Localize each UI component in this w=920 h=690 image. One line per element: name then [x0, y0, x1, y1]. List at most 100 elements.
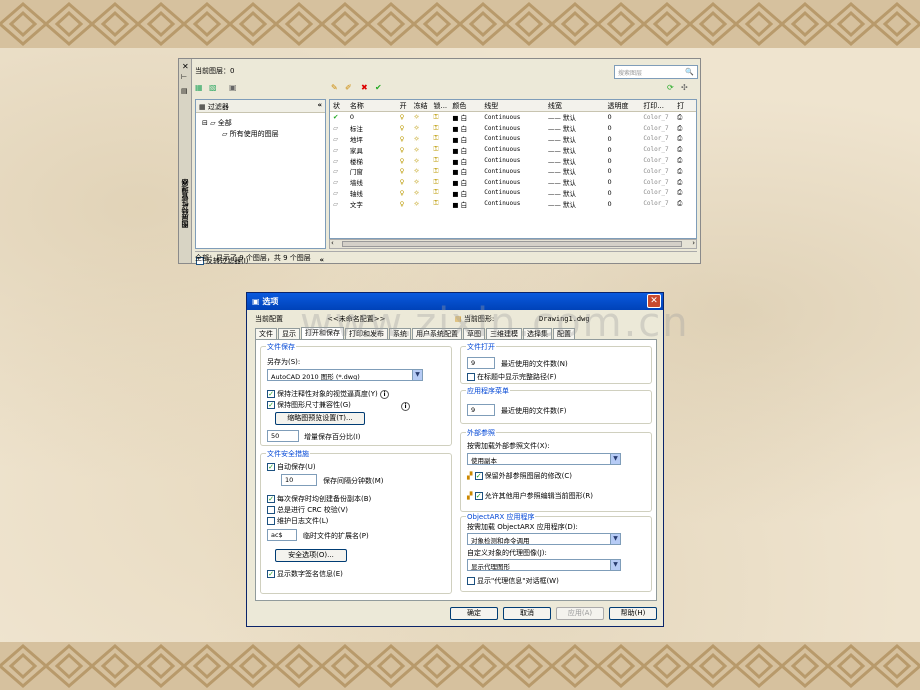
- plot-icon[interactable]: ⎙: [674, 113, 696, 122]
- xref-demand-select[interactable]: 使用副本 ▼: [467, 453, 621, 465]
- thumbnail-settings-button[interactable]: 缩略图预览设置(T)...: [275, 412, 365, 425]
- color-swatch[interactable]: ■ 白: [449, 166, 481, 176]
- linetype[interactable]: Continuous: [481, 179, 545, 186]
- full-path-checkbox[interactable]: 在标题中显示完整路径(F): [467, 372, 557, 382]
- color-swatch[interactable]: ■ 白: [449, 156, 481, 166]
- group-filter-icon[interactable]: ▧: [209, 83, 217, 92]
- plot-icon[interactable]: ⎙: [674, 134, 696, 143]
- col-freeze[interactable]: 冻结: [411, 101, 431, 111]
- layer-row[interactable]: ▱ 门窗 ♀ ☼ ⚿ ■ 白 Continuous —— 默认 0 Color_…: [330, 166, 696, 177]
- sun-icon[interactable]: ☼: [411, 157, 431, 165]
- set-current-icon[interactable]: ✔: [375, 83, 382, 92]
- sun-icon[interactable]: ☼: [411, 189, 431, 197]
- state-manager-icon[interactable]: ▣: [229, 83, 237, 92]
- tree-item-all[interactable]: ⊟ ▱ 全部: [202, 118, 232, 128]
- apply-button[interactable]: 应用(A): [556, 607, 604, 620]
- keep-size-checkbox[interactable]: ✓ 保持图形尺寸兼容性(G): [267, 400, 351, 410]
- transparency[interactable]: 0: [605, 113, 641, 121]
- unlock-icon[interactable]: ⚿: [430, 113, 449, 122]
- help-button[interactable]: 帮助(H): [609, 607, 657, 620]
- plot-icon[interactable]: ⎙: [674, 167, 696, 176]
- autosave-checkbox[interactable]: ✓ 自动保存(U): [267, 462, 316, 472]
- lineweight[interactable]: —— 默认: [545, 166, 605, 176]
- unlock-icon[interactable]: ⚿: [430, 124, 449, 133]
- bulb-icon[interactable]: ♀: [397, 124, 411, 132]
- delete-layer-icon[interactable]: ✖: [361, 83, 368, 92]
- layer-row[interactable]: ▱ 标注 ♀ ☼ ⚿ ■ 白 Continuous —— 默认 0 Color_…: [330, 123, 696, 134]
- col-plot-style[interactable]: 打印...: [640, 101, 674, 111]
- transparency[interactable]: 0: [605, 200, 641, 208]
- unlock-icon[interactable]: ⚿: [430, 134, 449, 143]
- retain-xref-checkbox[interactable]: ▞ ✓ 保留外部参照图层的修改(C): [467, 471, 572, 481]
- lineweight[interactable]: —— 默认: [545, 177, 605, 187]
- layer-name[interactable]: 0: [347, 113, 397, 121]
- col-color[interactable]: 颜色: [449, 101, 481, 111]
- bulb-icon[interactable]: ♀: [397, 135, 411, 143]
- color-swatch[interactable]: ■ 白: [449, 134, 481, 144]
- sun-icon[interactable]: ☼: [411, 167, 431, 175]
- layer-name[interactable]: 墙线: [347, 177, 397, 187]
- unlock-icon[interactable]: ⚿: [430, 167, 449, 176]
- bulb-icon[interactable]: ♀: [397, 178, 411, 186]
- unlock-icon[interactable]: ⚿: [430, 178, 449, 187]
- transparency[interactable]: 0: [605, 157, 641, 165]
- search-layer-input[interactable]: 搜索图层 🔍: [614, 65, 698, 79]
- lineweight[interactable]: —— 默认: [545, 123, 605, 133]
- layer-row[interactable]: ▱ 墙线 ♀ ☼ ⚿ ■ 白 Continuous —— 默认 0 Color_…: [330, 177, 696, 188]
- new-filter-icon[interactable]: ▦: [195, 83, 203, 92]
- linetype[interactable]: Continuous: [481, 146, 545, 153]
- plot-icon[interactable]: ⎙: [674, 188, 696, 197]
- transparency[interactable]: 0: [605, 135, 641, 143]
- lineweight[interactable]: —— 默认: [545, 134, 605, 144]
- color-swatch[interactable]: ■ 白: [449, 177, 481, 187]
- col-on[interactable]: 开: [397, 101, 411, 111]
- layer-name[interactable]: 标注: [347, 123, 397, 133]
- linetype[interactable]: Continuous: [481, 168, 545, 175]
- layer-row[interactable]: ▱ 家具 ♀ ☼ ⚿ ■ 白 Continuous —— 默认 0 Color_…: [330, 144, 696, 155]
- tab-1[interactable]: 显示: [278, 328, 300, 339]
- col-plot[interactable]: 打: [674, 101, 696, 111]
- sun-icon[interactable]: ☼: [411, 146, 431, 154]
- sun-icon[interactable]: ☼: [411, 178, 431, 186]
- bulb-icon[interactable]: ♀: [397, 146, 411, 154]
- color-swatch[interactable]: ■ 白: [449, 112, 481, 122]
- plot-icon[interactable]: ⎙: [674, 199, 696, 208]
- tab-0[interactable]: 文件: [255, 328, 277, 339]
- layer-name[interactable]: 轴线: [347, 188, 397, 198]
- layer-name[interactable]: 文字: [347, 199, 397, 209]
- layer-row[interactable]: ▱ 楼梯 ♀ ☼ ⚿ ■ 白 Continuous —— 默认 0 Color_…: [330, 155, 696, 166]
- tree-item-used[interactable]: ▱ 所有使用的图层: [222, 129, 279, 139]
- unlock-icon[interactable]: ⚿: [430, 199, 449, 208]
- linetype[interactable]: Continuous: [481, 135, 545, 142]
- color-swatch[interactable]: ■ 白: [449, 145, 481, 155]
- pin-icon[interactable]: ⊢: [181, 73, 187, 81]
- lineweight[interactable]: —— 默认: [545, 188, 605, 198]
- new-vp-layer-icon[interactable]: ✐: [345, 83, 352, 92]
- log-checkbox[interactable]: 维护日志文件(L): [267, 516, 328, 526]
- transparency[interactable]: 0: [605, 178, 641, 186]
- linetype[interactable]: Continuous: [481, 114, 545, 121]
- plot-icon[interactable]: ⎙: [674, 145, 696, 154]
- app-recent-input[interactable]: 9: [467, 404, 495, 416]
- col-status[interactable]: 状: [330, 101, 347, 111]
- color-swatch[interactable]: ■ 白: [449, 188, 481, 198]
- close-icon[interactable]: ✕: [182, 62, 189, 71]
- new-layer-icon[interactable]: ✎: [331, 83, 338, 92]
- layer-name[interactable]: 地坪: [347, 134, 397, 144]
- linetype[interactable]: Continuous: [481, 125, 545, 132]
- layer-row[interactable]: ✔ 0 ♀ ☼ ⚿ ■ 白 Continuous —— 默认 0 Color_7…: [330, 112, 696, 123]
- incremental-save-input[interactable]: 50: [267, 430, 299, 442]
- keep-visual-checkbox[interactable]: ✓ 保持注释性对象的视觉逼真度(Y) i: [267, 389, 389, 399]
- plot-icon[interactable]: ⎙: [674, 156, 696, 165]
- security-options-button[interactable]: 安全选项(O)...: [275, 549, 347, 562]
- properties-icon[interactable]: ▤: [181, 87, 188, 95]
- col-linetype[interactable]: 线型: [481, 101, 545, 111]
- color-swatch[interactable]: ■ 白: [449, 123, 481, 133]
- bulb-icon[interactable]: ♀: [397, 189, 411, 197]
- settings-icon[interactable]: ✣: [681, 83, 688, 92]
- layer-name[interactable]: 家具: [347, 145, 397, 155]
- linetype[interactable]: Continuous: [481, 157, 545, 164]
- cancel-button[interactable]: 取消: [503, 607, 551, 620]
- layer-name[interactable]: 楼梯: [347, 156, 397, 166]
- crc-checkbox[interactable]: 总是进行 CRC 校验(V): [267, 505, 348, 515]
